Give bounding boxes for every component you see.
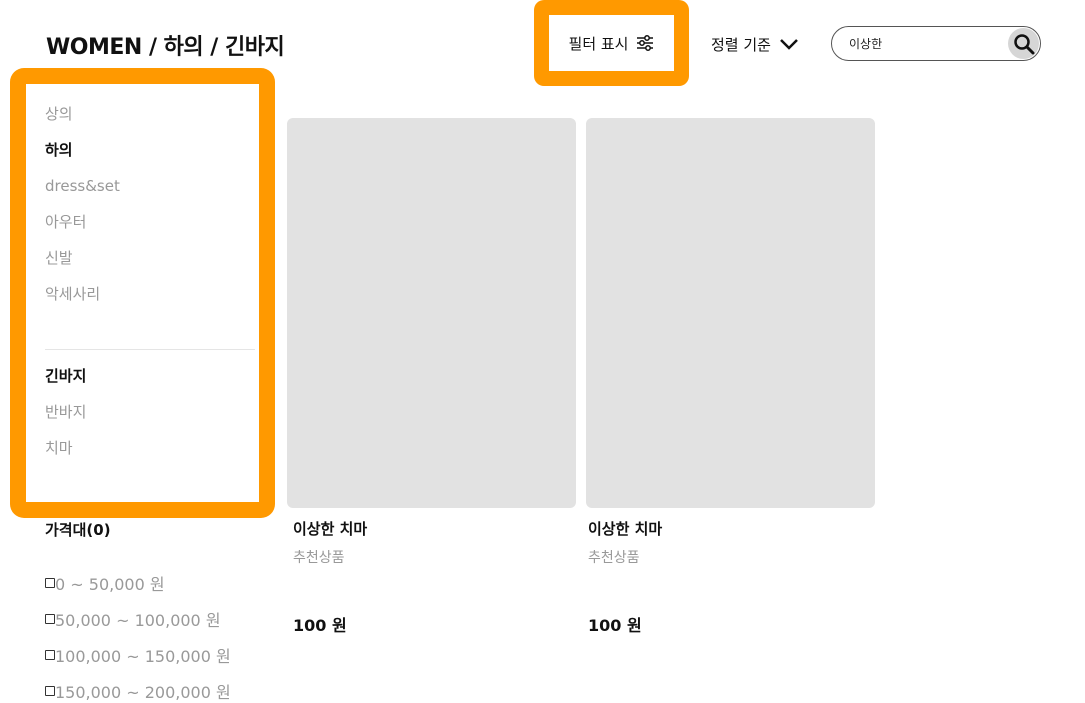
filter-button-label: 필터 표시 bbox=[568, 34, 629, 53]
category-item[interactable]: 신발 bbox=[45, 248, 120, 284]
price-range-label: 0 ~ 50,000 원 bbox=[55, 575, 165, 594]
category-item[interactable]: dress&set bbox=[45, 176, 120, 212]
search-input[interactable] bbox=[847, 35, 1001, 52]
show-filter-button[interactable]: 필터 표시 bbox=[534, 0, 689, 86]
category-list: 상의 하의 dress&set 아우터 신발 악세사리 bbox=[45, 104, 120, 320]
checkbox[interactable] bbox=[45, 614, 55, 624]
category-item[interactable]: 긴바지 bbox=[45, 366, 86, 402]
breadcrumb: WOMEN / 하의 / 긴바지 bbox=[46, 35, 285, 60]
search-box bbox=[831, 26, 1041, 61]
price-range-option[interactable]: 0 ~ 50,000 원 bbox=[45, 571, 165, 595]
category-item[interactable]: 치마 bbox=[45, 438, 86, 474]
price-filter-title: 가격대(0) bbox=[45, 521, 111, 539]
sort-label: 정렬 기준 bbox=[711, 35, 771, 54]
category-item[interactable]: 하의 bbox=[45, 140, 120, 176]
product-name[interactable]: 이상한 치마 bbox=[588, 518, 662, 539]
sliders-icon bbox=[636, 34, 654, 52]
category-item[interactable]: 아우터 bbox=[45, 212, 120, 248]
checkbox[interactable] bbox=[45, 650, 55, 660]
chevron-down-icon bbox=[779, 37, 799, 51]
category-item[interactable]: 반바지 bbox=[45, 402, 86, 438]
price-range-label: 50,000 ~ 100,000 원 bbox=[55, 611, 221, 630]
subcategory-list: 긴바지 반바지 치마 bbox=[45, 366, 86, 474]
sort-by-button[interactable]: 정렬 기준 bbox=[711, 32, 799, 56]
product-image[interactable] bbox=[586, 118, 875, 508]
price-range-option[interactable]: 100,000 ~ 150,000 원 bbox=[45, 643, 231, 667]
checkbox[interactable] bbox=[45, 578, 55, 588]
category-sidebar: 상의 하의 dress&set 아우터 신발 악세사리 긴바지 반바지 치마 bbox=[10, 68, 275, 518]
category-item[interactable]: 악세사리 bbox=[45, 284, 120, 320]
product-image[interactable] bbox=[287, 118, 576, 508]
product-tag: 추천상품 bbox=[588, 550, 640, 566]
product-price: 100 원 bbox=[588, 616, 642, 635]
checkbox[interactable] bbox=[45, 686, 55, 696]
product-price: 100 원 bbox=[293, 616, 347, 635]
product-name[interactable]: 이상한 치마 bbox=[293, 518, 367, 539]
price-range-label: 100,000 ~ 150,000 원 bbox=[55, 647, 231, 666]
product-tag: 추천상품 bbox=[293, 550, 345, 566]
search-icon[interactable] bbox=[1008, 28, 1039, 59]
category-item[interactable]: 상의 bbox=[45, 104, 120, 140]
divider bbox=[45, 349, 255, 350]
price-range-option[interactable]: 50,000 ~ 100,000 원 bbox=[45, 607, 221, 631]
